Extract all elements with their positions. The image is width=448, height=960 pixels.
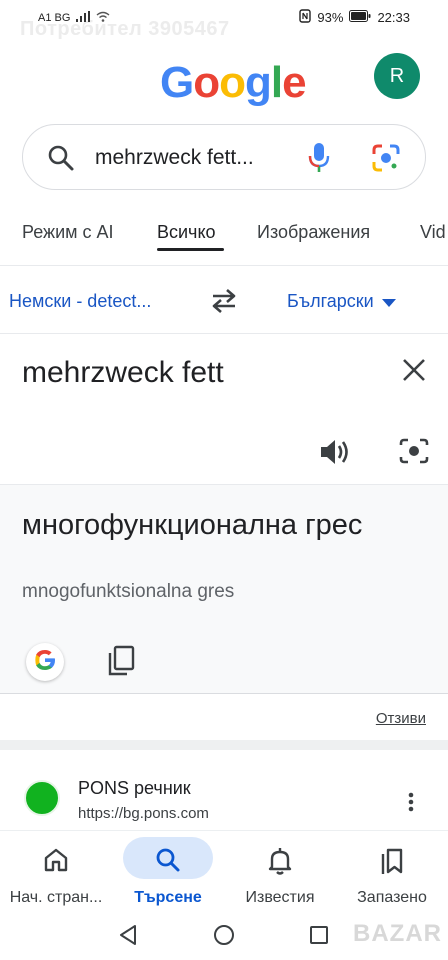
feedback-link[interactable]: Отзиви: [376, 710, 426, 727]
bottom-navigation: Нач. стран... Търсене Известия Запазено: [0, 830, 448, 914]
bell-icon: [267, 847, 293, 880]
source-text-card: mehrzweck fett: [0, 336, 448, 484]
bookmarks-icon: [379, 847, 405, 880]
camera-translate-icon[interactable]: [398, 436, 430, 471]
open-google-translate-button[interactable]: [26, 643, 64, 681]
search-box[interactable]: mehrzweck fett...: [22, 124, 426, 190]
tab-videos[interactable]: Vid: [420, 222, 446, 243]
battery-icon: [349, 10, 371, 25]
account-avatar[interactable]: R: [374, 53, 420, 99]
status-right: 93% 22:33: [299, 9, 410, 26]
recents-icon[interactable]: [309, 925, 329, 950]
battery-percent: 93%: [317, 10, 344, 25]
search-nav-icon: [155, 847, 181, 878]
search-input[interactable]: mehrzweck fett...: [95, 146, 254, 170]
status-bar: Потребител 3905467 A1 BG 93% 22:33: [0, 0, 448, 40]
tab-all[interactable]: Всичко: [157, 222, 216, 243]
nav-home[interactable]: Нач. стран...: [0, 831, 112, 915]
bazar-watermark: BAZAR: [353, 920, 442, 947]
result-site-url[interactable]: https://bg.pons.com: [78, 805, 209, 822]
clock-time: 22:33: [377, 10, 410, 25]
section-divider: [0, 740, 448, 750]
tab-ai-mode[interactable]: Режим с AI: [22, 222, 114, 243]
nav-search-label: Търсене: [134, 889, 202, 906]
more-options-icon[interactable]: [408, 792, 414, 817]
source-language-button[interactable]: Немски - detect...: [9, 291, 151, 312]
nfc-icon: [299, 9, 312, 26]
result-site-name[interactable]: PONS речник: [78, 778, 191, 799]
home-circle-icon[interactable]: [213, 924, 235, 951]
signal-icon: [76, 11, 91, 25]
dropdown-arrow-icon: [381, 291, 396, 312]
translation-result-card: многофункционална грес mnogofunktsionaln…: [0, 484, 448, 694]
status-left: A1 BG: [38, 11, 110, 25]
nav-home-label: Нач. стран...: [9, 889, 103, 906]
microphone-icon[interactable]: [308, 142, 330, 179]
back-icon[interactable]: [118, 924, 138, 951]
active-tab-indicator: [157, 248, 224, 251]
search-icon[interactable]: [47, 144, 75, 177]
nav-saved-label: Запазено: [357, 889, 427, 906]
translated-text: многофункционална грес: [22, 509, 363, 541]
target-language-label: Български: [287, 291, 374, 311]
language-selector-row: Немски - detect... Български: [0, 268, 448, 334]
site-favicon: [24, 780, 60, 816]
google-g-icon: [32, 647, 58, 678]
nav-notifications-label: Известия: [245, 889, 315, 906]
home-icon: [43, 847, 69, 878]
transliteration-text: mnogofunktsionalna gres: [22, 581, 235, 602]
nav-search[interactable]: Търсене: [112, 831, 224, 915]
nav-saved[interactable]: Запазено: [336, 831, 448, 915]
target-language-button[interactable]: Български: [287, 291, 396, 312]
google-logo[interactable]: Google: [160, 58, 307, 108]
wifi-icon: [96, 11, 110, 25]
source-text[interactable]: mehrzweck fett: [22, 356, 224, 390]
google-lens-icon[interactable]: [371, 143, 401, 178]
carrier-label: A1 BG: [38, 12, 71, 24]
avatar-letter: R: [389, 64, 405, 87]
swap-languages-icon[interactable]: [209, 288, 239, 319]
tab-images[interactable]: Изображения: [257, 222, 370, 243]
clear-text-icon[interactable]: [400, 356, 428, 389]
listen-speaker-icon[interactable]: [318, 436, 352, 473]
search-result-item[interactable]: PONS речник https://bg.pons.com: [0, 760, 448, 830]
nav-notifications[interactable]: Известия: [224, 831, 336, 915]
system-navigation-bar: BAZAR: [0, 914, 448, 960]
copy-icon[interactable]: [106, 645, 136, 682]
search-tabs: Режим с AI Всичко Изображения Vid: [0, 210, 448, 266]
